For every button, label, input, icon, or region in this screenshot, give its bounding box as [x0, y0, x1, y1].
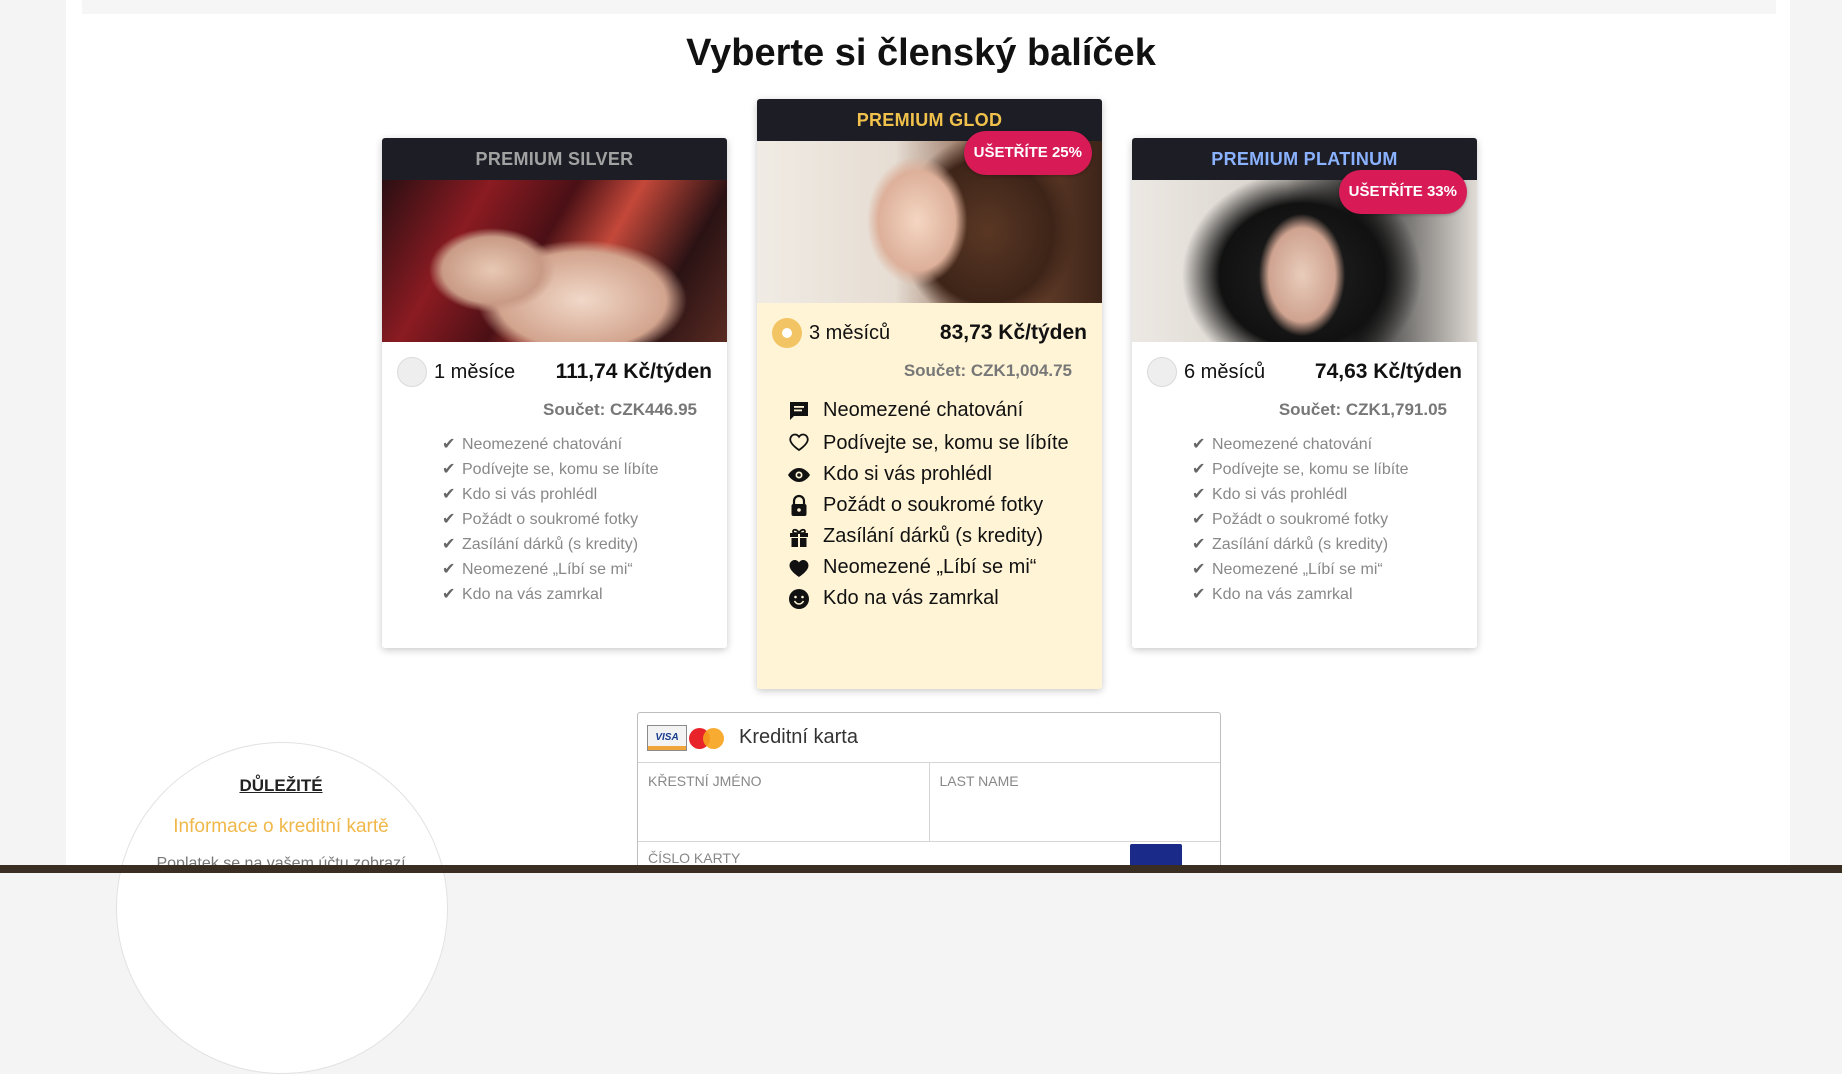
- plan-photo: [382, 180, 727, 342]
- payment-method-header[interactable]: VISA Kreditní karta: [638, 713, 1220, 763]
- discount-badge: UŠETŘÍTE 25%: [963, 131, 1092, 175]
- feature-item: ✔ Požádt o soukromé fotky: [1192, 507, 1477, 532]
- check-icon: ✔: [1192, 561, 1206, 578]
- feature-item: ✔ Kdo si vás prohlédl: [442, 482, 727, 507]
- first-name-input[interactable]: [648, 799, 923, 819]
- feature-item: ✔ Požádt o soukromé fotky: [442, 507, 727, 532]
- check-icon: ✔: [1192, 586, 1206, 603]
- last-name-label: LAST NAME: [939, 773, 1019, 789]
- feature-list: ✔ Neomezené chatování ✔ Podívejte se, komu…: [382, 432, 727, 607]
- plan-total: Součet: CZK1,791.05: [1278, 400, 1447, 419]
- page-title: Vyberte si členský balíček: [686, 32, 1156, 74]
- plan-card-platinum[interactable]: PREMIUM PLATINUM UŠETŘÍTE 33% 6 měsíců 7…: [1132, 138, 1477, 648]
- feature-item: ✔ Neomezené chatování: [1192, 432, 1477, 457]
- check-icon: ✔: [442, 461, 456, 478]
- feature-item: Požádt o soukromé fotky: [787, 490, 1102, 521]
- plan-duration: 1 měsíce: [434, 360, 516, 383]
- feature-item: Neomezené chatování: [787, 395, 1102, 426]
- check-icon: ✔: [442, 561, 456, 578]
- feature-item: Zasílání dárků (s kredity): [787, 521, 1102, 552]
- feature-item: ✔ Kdo na vás zamrkal: [1192, 582, 1477, 607]
- check-icon: ✔: [1192, 486, 1206, 503]
- heart-icon: [789, 560, 809, 577]
- plan-duration: 3 měsíců: [809, 321, 891, 344]
- last-name-field[interactable]: LAST NAME: [928, 763, 1221, 841]
- plan-card-gold[interactable]: PREMIUM GLOD UŠETŘÍTE 25% 3 měsíců 83,73…: [757, 99, 1102, 689]
- plan-price: 74,63 Kč/týden: [1314, 360, 1462, 383]
- last-name-input[interactable]: [939, 799, 1214, 819]
- check-icon: ✔: [442, 586, 456, 603]
- plan-card-silver[interactable]: PREMIUM SILVER 1 měsíce 111,74 Kč/týden …: [382, 138, 727, 648]
- gift-icon: [790, 528, 808, 547]
- credit-card-form: VISA Kreditní karta KŘESTNÍ JMÉNO LAST N…: [637, 712, 1221, 873]
- first-name-label: KŘESTNÍ JMÉNO: [648, 773, 762, 789]
- card-number-label: ČÍSLO KARTY: [648, 850, 741, 866]
- plan-radio[interactable]: [397, 357, 427, 387]
- feature-item: Kdo si vás prohlédl: [787, 459, 1102, 490]
- top-bar: [82, 0, 1776, 14]
- plan-name: PREMIUM SILVER: [382, 138, 727, 180]
- plan-photo: UŠETŘÍTE 25%: [757, 131, 1102, 303]
- feature-item: Podívejte se, komu se líbíte: [787, 426, 1102, 459]
- payment-method-label: Kreditní karta: [739, 726, 858, 748]
- plan-total: Součet: CZK1,004.75: [903, 361, 1072, 380]
- feature-item: ✔ Podívejte se, komu se líbíte: [1192, 457, 1477, 482]
- feature-item: ✔ Kdo na vás zamrkal: [442, 582, 727, 607]
- check-icon: ✔: [442, 511, 456, 528]
- chat-icon: [790, 402, 808, 420]
- plan-total: Součet: CZK446.95: [543, 400, 697, 419]
- check-icon: ✔: [1192, 536, 1206, 553]
- check-icon: ✔: [442, 436, 456, 453]
- feature-list: ✔ Neomezené chatování ✔ Podívejte se, komu…: [1132, 432, 1477, 607]
- feature-item: ✔ Neomezené „Líbí se mi“: [442, 557, 727, 582]
- important-heading: DŮLEŽITÉ: [239, 776, 323, 795]
- plan-option-row[interactable]: 3 měsíců 83,73 Kč/týden: [757, 303, 1102, 363]
- plan-price: 111,74 Kč/týden: [555, 360, 712, 383]
- visa-logo-icon: VISA: [647, 724, 687, 751]
- check-icon: ✔: [1192, 461, 1206, 478]
- feature-item: ✔ Kdo si vás prohlédl: [1192, 482, 1477, 507]
- heart-outline-icon: [789, 433, 809, 452]
- check-icon: ✔: [1192, 511, 1206, 528]
- mastercard-logo-icon: [689, 726, 727, 750]
- plan-option-row[interactable]: 1 měsíce 111,74 Kč/týden: [382, 342, 727, 402]
- check-icon: ✔: [442, 536, 456, 553]
- feature-item: ✔ Zasílání dárků (s kredity): [1192, 532, 1477, 557]
- smile-icon: [789, 589, 809, 609]
- plan-photo: UŠETŘÍTE 33%: [1132, 170, 1477, 342]
- feature-item: ✔ Neomezené chatování: [442, 432, 727, 457]
- bottom-strip: [0, 865, 1842, 873]
- plan-option-row[interactable]: 6 měsíců 74,63 Kč/týden: [1132, 342, 1477, 402]
- feature-item: ✔ Zasílání dárků (s kredity): [442, 532, 727, 557]
- check-icon: ✔: [1192, 436, 1206, 453]
- plan-radio[interactable]: [1147, 357, 1177, 387]
- lock-icon: [791, 494, 807, 516]
- feature-list: Neomezené chatování Podívejte se, komu s…: [757, 395, 1102, 614]
- plan-radio-selected[interactable]: [772, 318, 802, 348]
- credit-card-info-heading: Informace o kreditní kartě: [173, 816, 389, 837]
- feature-item: ✔ Podívejte se, komu se líbíte: [442, 457, 727, 482]
- feature-item: Kdo na vás zamrkal: [787, 583, 1102, 614]
- plan-duration: 6 měsíců: [1184, 360, 1266, 383]
- eye-icon: [788, 468, 810, 482]
- first-name-field[interactable]: KŘESTNÍ JMÉNO: [638, 763, 929, 841]
- plan-price: 83,73 Kč/týden: [939, 321, 1087, 344]
- check-icon: ✔: [442, 486, 456, 503]
- feature-item: Neomezené „Líbí se mi“: [787, 552, 1102, 583]
- discount-badge: UŠETŘÍTE 33%: [1338, 170, 1467, 214]
- feature-item: ✔ Neomezené „Líbí se mi“: [1192, 557, 1477, 582]
